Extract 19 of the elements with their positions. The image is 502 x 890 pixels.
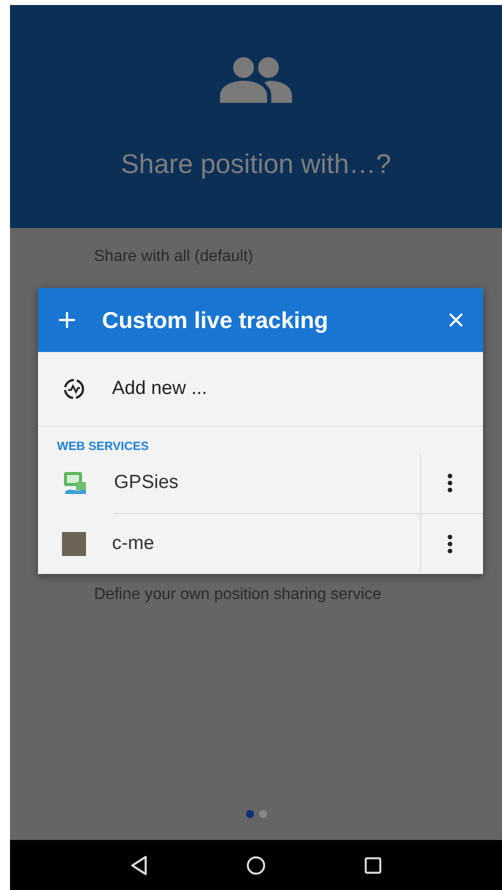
tracking-icon	[62, 377, 86, 401]
home-icon[interactable]	[246, 854, 266, 876]
service-item[interactable]: GPSies	[38, 453, 421, 513]
add-new-item[interactable]: Add new ...	[38, 352, 483, 427]
more-options-icon[interactable]	[447, 534, 453, 554]
close-icon[interactable]	[449, 313, 463, 327]
map-logo-icon	[62, 470, 88, 496]
option-description: Define your own position sharing service	[94, 586, 382, 604]
back-icon[interactable]	[128, 854, 149, 876]
option-label: Share with all (default)	[94, 248, 254, 266]
plus-icon[interactable]	[58, 311, 76, 329]
recents-icon[interactable]	[363, 854, 384, 876]
people-icon	[220, 57, 292, 103]
service-item[interactable]: c-me	[38, 514, 421, 574]
screen-title: Share position with…?	[120, 149, 392, 180]
more-options-icon[interactable]	[447, 473, 453, 493]
dialog-title: Custom live tracking	[102, 306, 330, 334]
section-heading: WEB SERVICES	[57, 439, 150, 453]
photo-placeholder	[62, 532, 86, 556]
